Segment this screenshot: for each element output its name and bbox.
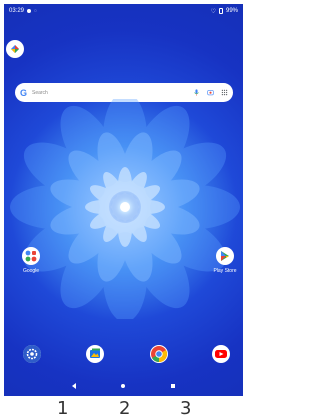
app-google[interactable]: Google [13, 247, 49, 274]
settings-icon[interactable] [23, 345, 41, 363]
gallery-icon[interactable] [86, 345, 104, 363]
number-label-1: 1 [57, 398, 69, 419]
notification-dot-icon [27, 9, 32, 13]
apps-grid-icon[interactable] [221, 89, 228, 96]
play-store-icon[interactable] [216, 247, 234, 265]
notification-google-icon: ◌ [34, 8, 37, 14]
assistant-shortcut-icon[interactable] [6, 40, 24, 58]
app-label-google: Google [22, 268, 40, 274]
microphone-icon[interactable] [193, 89, 200, 96]
youtube-icon[interactable] [212, 345, 230, 363]
lens-camera-icon[interactable] [207, 89, 214, 96]
back-icon[interactable] [71, 383, 76, 389]
search-placeholder[interactable]: Search [32, 90, 193, 96]
battery-icon [218, 8, 223, 14]
wallpaper-flower [10, 99, 240, 319]
battery-level: 99% [225, 8, 238, 14]
app-label-play-store: Play Store [213, 268, 237, 274]
android-home-screen: 03:29 ◌ ♡ 99% G Search Google Play Store [4, 4, 243, 396]
google-logo-icon: G [20, 87, 28, 98]
google-folder-icon[interactable] [22, 247, 40, 265]
number-label-3: 3 [180, 398, 192, 419]
number-label-2: 2 [119, 398, 131, 419]
status-left: 03:29 ◌ [9, 8, 37, 14]
wifi-icon: ♡ [210, 8, 216, 15]
status-time: 03:29 [9, 8, 25, 14]
recents-icon[interactable] [171, 384, 176, 388]
button-number-labels: 1 2 3 [0, 398, 247, 420]
home-icon[interactable] [121, 384, 126, 388]
status-right: ♡ 99% [211, 8, 238, 15]
app-play-store[interactable]: Play Store [207, 247, 243, 274]
status-bar: 03:29 ◌ ♡ 99% [4, 4, 243, 18]
navigation-bar [4, 376, 243, 396]
chrome-icon[interactable] [150, 345, 168, 363]
